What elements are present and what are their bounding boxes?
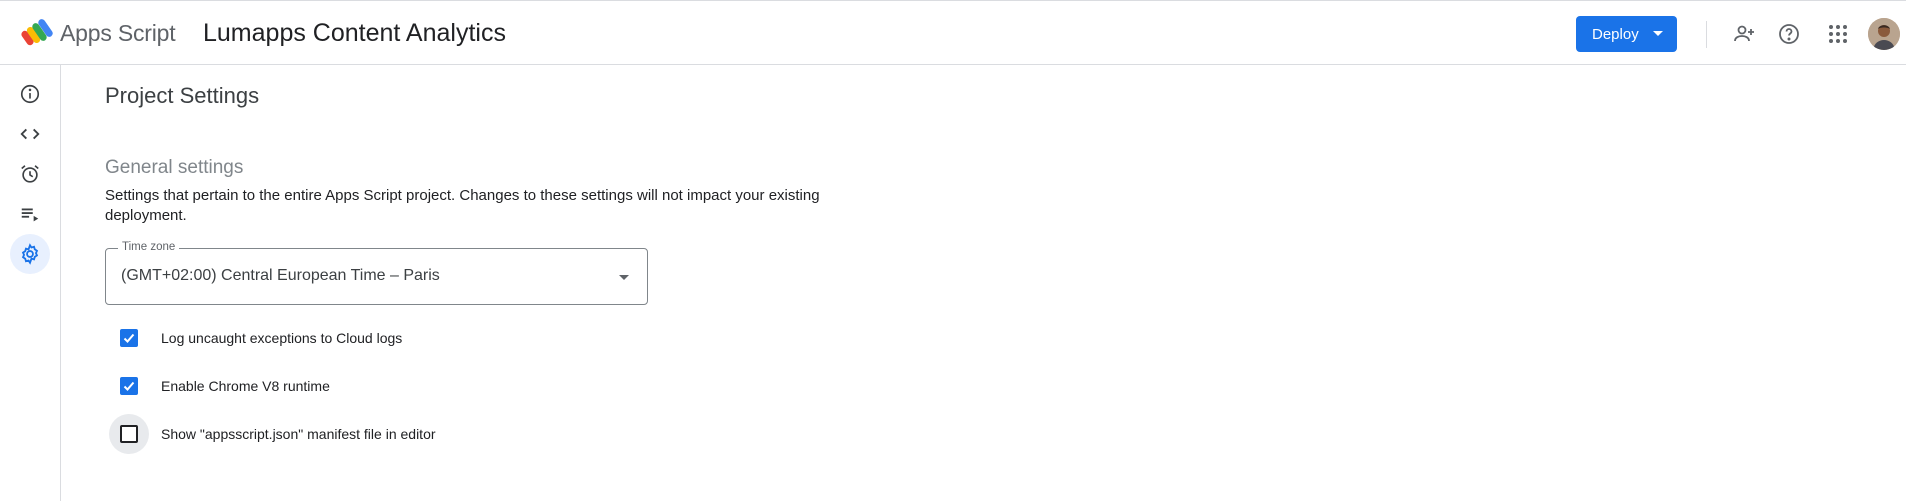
nav-item-editor[interactable] — [10, 114, 50, 154]
help-icon — [1779, 24, 1799, 44]
v8-runtime-checkbox[interactable] — [109, 366, 149, 406]
apps-script-logo[interactable] — [21, 18, 55, 46]
user-avatar-image — [1868, 18, 1900, 50]
log-exceptions-checkbox[interactable] — [109, 318, 149, 358]
timezone-label: Time zone — [118, 241, 180, 253]
gear-icon — [21, 243, 39, 265]
checkbox-unchecked-icon — [120, 425, 138, 443]
info-icon — [20, 84, 40, 104]
checkbox-checked-icon — [120, 329, 138, 347]
deploy-button[interactable]: Deploy — [1576, 16, 1677, 52]
checkbox-row-v8-runtime: Enable Chrome V8 runtime — [109, 366, 330, 406]
timezone-select[interactable]: Time zone (GMT+02:00) Central European T… — [105, 241, 648, 305]
top-bar: Apps Script Lumapps Content Analytics De… — [0, 0, 1906, 65]
page-title: Project Settings — [105, 83, 260, 108]
deploy-button-label: Deploy — [1592, 25, 1639, 43]
apps-grid-icon — [1829, 25, 1847, 43]
project-title[interactable]: Lumapps Content Analytics — [203, 19, 506, 48]
log-exceptions-label: Log uncaught exceptions to Cloud logs — [161, 330, 403, 346]
v8-runtime-label: Enable Chrome V8 runtime — [161, 378, 330, 394]
share-button[interactable] — [1728, 18, 1760, 50]
nav-item-overview[interactable] — [10, 74, 50, 114]
checkbox-row-manifest: Show "appsscript.json" manifest file in … — [109, 414, 436, 454]
apps-launcher-button[interactable] — [1822, 18, 1854, 50]
alarm-icon — [21, 165, 39, 183]
section-title: General settings — [105, 157, 244, 178]
help-button[interactable] — [1773, 18, 1805, 50]
show-manifest-label: Show "appsscript.json" manifest file in … — [161, 426, 436, 442]
avatar[interactable] — [1868, 18, 1900, 50]
nav-item-project-settings[interactable] — [10, 234, 50, 274]
show-manifest-checkbox[interactable] — [109, 414, 149, 454]
executions-icon — [21, 208, 39, 222]
nav-item-triggers[interactable] — [10, 154, 50, 194]
timezone-value: (GMT+02:00) Central European Time – Pari… — [121, 267, 440, 284]
chevron-down-icon — [1653, 31, 1663, 36]
section-description: Settings that pertain to the entire Apps… — [105, 187, 820, 224]
code-icon — [20, 128, 40, 140]
toolbar-divider — [1706, 21, 1707, 48]
checkbox-checked-icon — [120, 377, 138, 395]
product-name[interactable]: Apps Script — [60, 20, 176, 47]
checkbox-row-log-exceptions: Log uncaught exceptions to Cloud logs — [109, 318, 402, 358]
dropdown-arrow-icon — [619, 275, 629, 280]
left-nav — [0, 65, 61, 501]
add-person-icon — [1734, 25, 1754, 42]
nav-item-executions[interactable] — [10, 194, 50, 234]
